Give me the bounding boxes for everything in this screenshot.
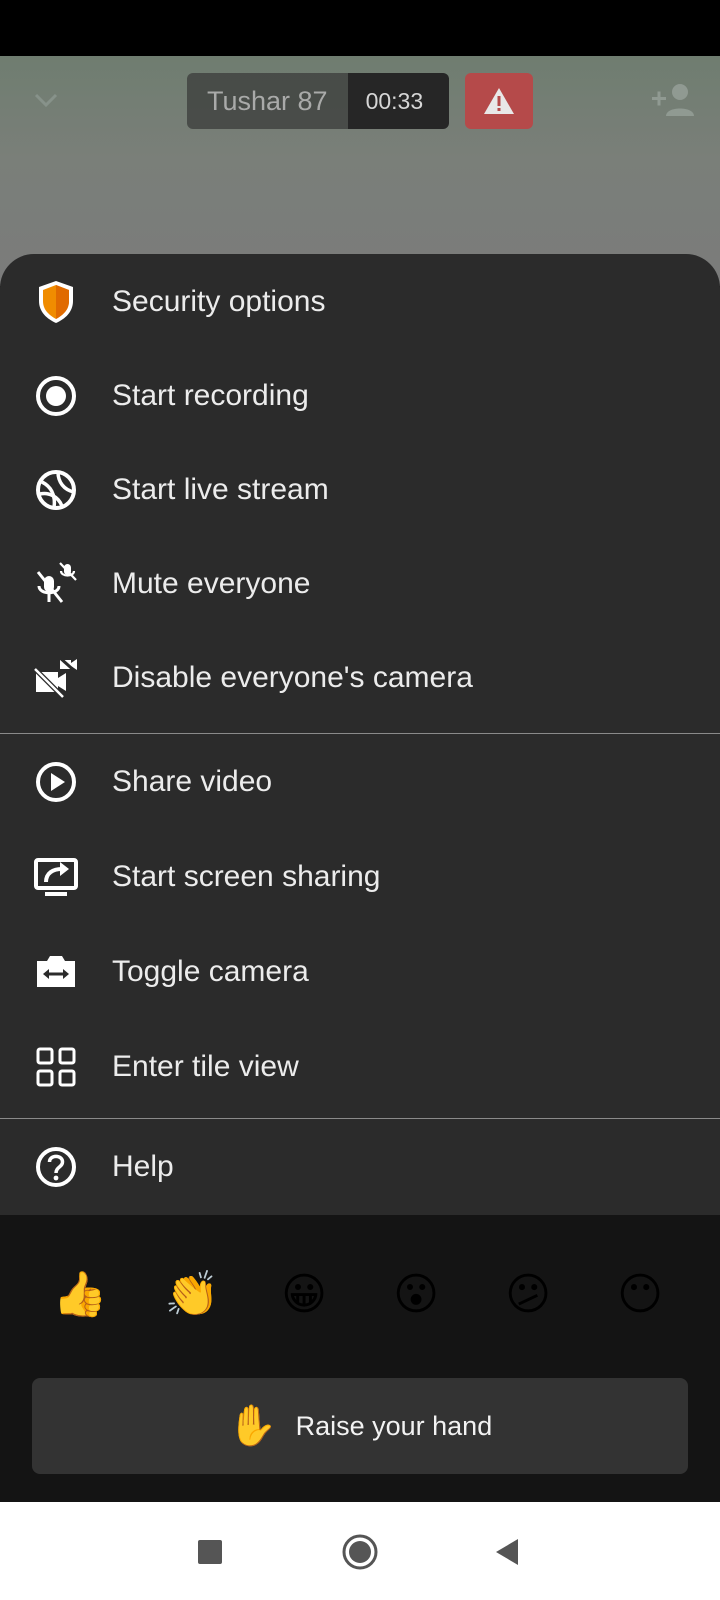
room-name: Tushar 87	[187, 73, 348, 129]
globe-icon	[32, 466, 80, 514]
raise-hand-label: Raise your hand	[295, 1410, 493, 1441]
call-timer: 00:33	[347, 73, 450, 129]
add-person-icon	[652, 84, 694, 116]
tile-view-icon	[32, 1043, 80, 1091]
menu-item-share-video[interactable]: Share video	[0, 734, 720, 830]
reaction-surprised[interactable]: 😮	[386, 1265, 446, 1325]
menu-item-toggle-camera[interactable]: Toggle camera	[0, 924, 720, 1020]
menu-item-enter-tile-view[interactable]: Enter tile view	[0, 1019, 720, 1115]
overflow-menu-sheet: Security options Start recording Start l…	[0, 254, 720, 1502]
add-participant-button[interactable]	[650, 80, 698, 120]
raised-hand-icon: ✋	[227, 1403, 278, 1449]
meeting-title: Tushar 87 00:33	[187, 73, 450, 129]
mic-off-icon	[32, 560, 80, 608]
menu-item-disable-everyones-camera[interactable]: Disable everyone's camera	[0, 630, 720, 726]
back-button[interactable]	[490, 1532, 530, 1572]
shield-icon	[32, 278, 80, 326]
menu-item-mute-everyone[interactable]: Mute everyone	[0, 536, 720, 632]
menu-item-label: Share video	[112, 765, 273, 798]
menu-item-start-screen-sharing[interactable]: Start screen sharing	[0, 829, 720, 925]
circle-home-icon	[342, 1534, 378, 1570]
top-bar: Tushar 87 00:33	[0, 56, 720, 146]
system-nav-bar	[0, 1502, 720, 1600]
camera-switch-icon	[32, 948, 80, 996]
chevron-down-icon	[34, 93, 58, 108]
alert-button[interactable]	[465, 73, 533, 129]
back-triangle-icon	[496, 1539, 518, 1565]
reactions-row: 👍 👏 😀 😮 😕 😶	[0, 1215, 720, 1365]
menu-item-label: Security options	[112, 285, 326, 318]
menu-item-label: Toggle camera	[112, 955, 309, 988]
reaction-no-mouth[interactable]: 😶	[610, 1265, 670, 1325]
menu-item-label: Start recording	[112, 379, 309, 412]
raise-hand-button[interactable]: ✋ Raise your hand	[32, 1378, 688, 1474]
reaction-confused[interactable]: 😕	[498, 1265, 558, 1325]
menu-item-label: Start live stream	[112, 473, 329, 506]
screen-share-icon	[32, 853, 80, 901]
recents-button[interactable]	[190, 1532, 230, 1572]
menu-item-label: Start screen sharing	[112, 860, 381, 893]
reaction-thumbs-up[interactable]: 👍	[50, 1265, 110, 1325]
camera-off-icon	[32, 654, 80, 702]
play-icon	[32, 758, 80, 806]
square-icon	[198, 1540, 222, 1564]
reaction-clap[interactable]: 👏	[162, 1265, 222, 1325]
record-icon	[32, 372, 80, 420]
help-icon	[32, 1143, 80, 1191]
menu-item-label: Enter tile view	[112, 1050, 299, 1083]
home-button[interactable]	[340, 1532, 380, 1572]
status-bar	[0, 0, 720, 56]
menu-item-help[interactable]: Help	[0, 1119, 720, 1215]
menu-item-label: Disable everyone's camera	[112, 661, 473, 694]
menu-item-security-options[interactable]: Security options	[0, 254, 720, 350]
menu-item-start-recording[interactable]: Start recording	[0, 348, 720, 444]
warning-icon	[484, 88, 514, 114]
reaction-grin[interactable]: 😀	[274, 1265, 334, 1325]
collapse-button[interactable]	[28, 84, 64, 116]
menu-item-start-live-stream[interactable]: Start live stream	[0, 442, 720, 538]
menu-item-label: Mute everyone	[112, 567, 311, 600]
menu-item-label: Help	[112, 1150, 174, 1183]
